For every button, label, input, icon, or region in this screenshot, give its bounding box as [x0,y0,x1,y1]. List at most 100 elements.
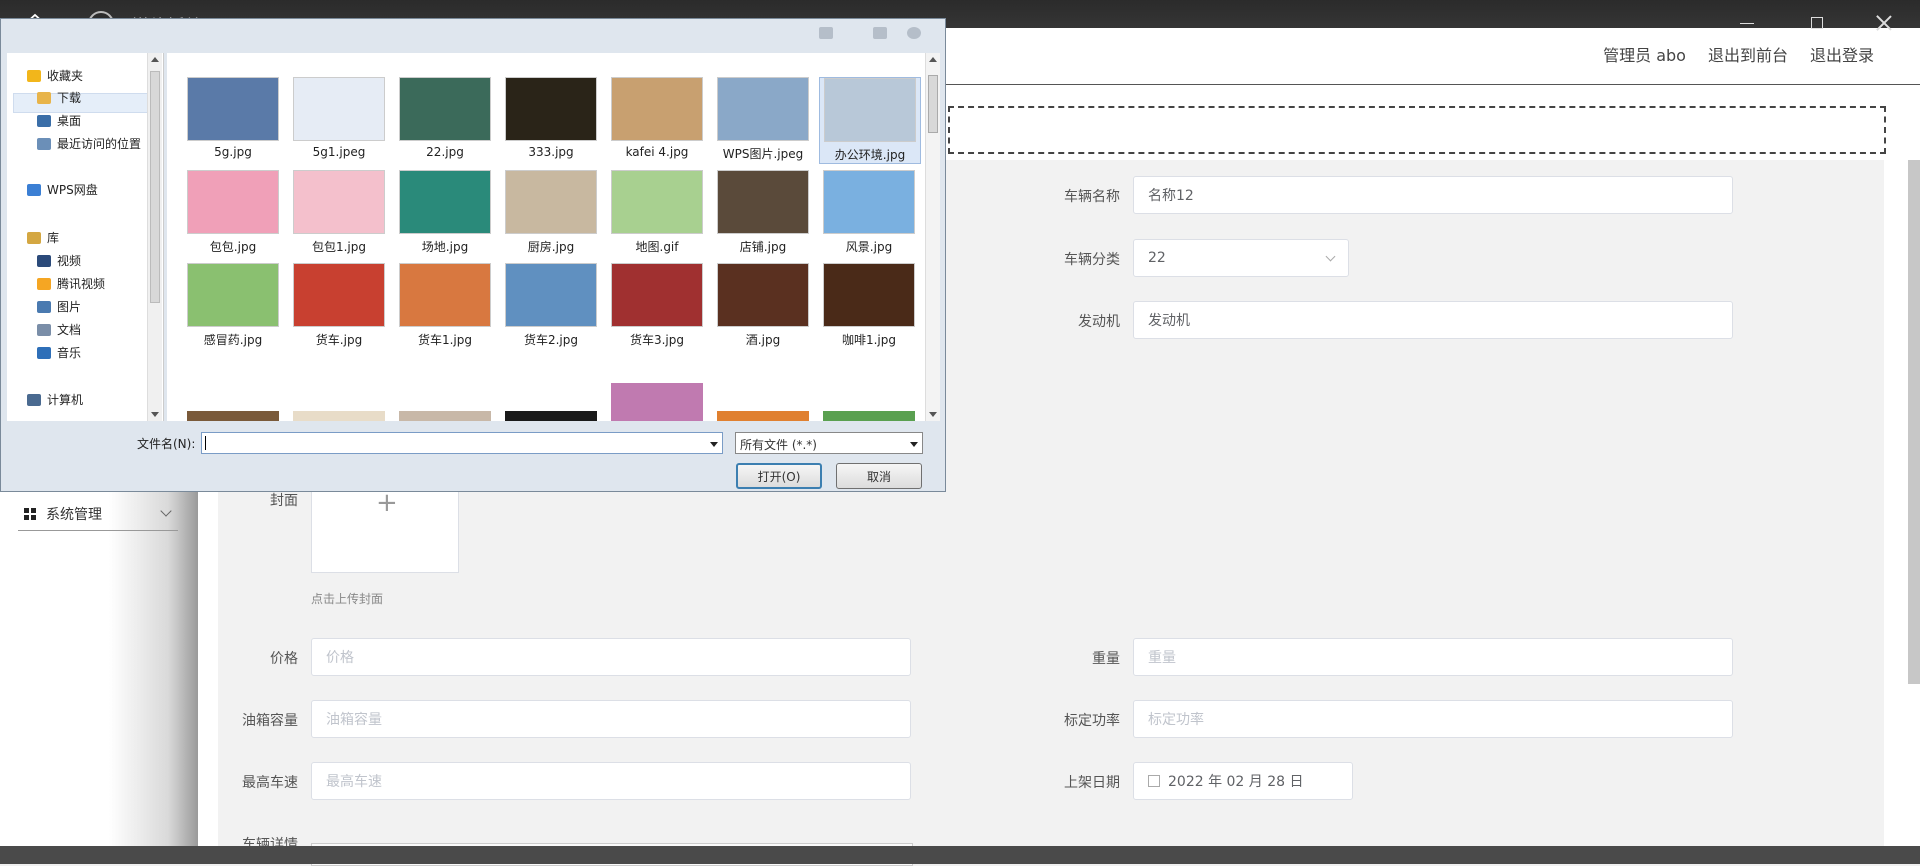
nav-item-label: 文档 [57,323,82,337]
filename-input[interactable] [201,432,723,454]
tank-capacity-label: 油箱容量 [242,713,298,729]
file-thumbnail-partial[interactable] [717,411,809,421]
file-item[interactable]: 店铺.jpg [713,170,813,255]
file-item[interactable]: 风景.jpg [819,170,919,255]
file-thumbnail-partial[interactable] [505,411,597,421]
minimize-button[interactable] [1738,14,1756,32]
listing-date-picker[interactable]: 2022 年 02 月 28 日 [1133,762,1353,800]
weight-input[interactable]: 重量 [1133,638,1733,676]
engine-label: 发动机 [1078,314,1120,330]
file-name: 333.jpg [528,145,574,159]
file-item[interactable]: 5g1.jpeg [289,77,389,159]
logout-link[interactable]: 退出登录 [1810,42,1874,66]
file-thumbnail-partial[interactable] [823,411,915,421]
file-item[interactable]: 厨房.jpg [501,170,601,255]
file-name: 场地.jpg [421,240,469,254]
file-thumbnail-partial[interactable] [187,411,279,421]
file-thumbnail-partial[interactable] [293,411,385,421]
file-thumbnail [611,263,703,327]
page-scrollbar[interactable] [1908,160,1920,684]
nav-item[interactable]: 计算机 [27,391,83,408]
file-item[interactable]: 包包1.jpg [289,170,389,255]
nav-item[interactable]: 库 [27,229,59,246]
cover-upload-box[interactable]: + [311,487,459,573]
file-item[interactable]: 货车.jpg [289,263,389,348]
restore-button[interactable] [1808,14,1826,32]
nav-item[interactable]: 收藏夹 [27,67,83,84]
vehicle-name-label: 车辆名称 [1064,189,1120,205]
view-menu-icon[interactable] [819,27,833,39]
nav-scrollbar[interactable] [147,53,162,421]
file-item[interactable]: 包包.jpg [183,170,283,255]
nav-item[interactable]: 音乐 [37,344,81,361]
listing-date-value: 2022 年 02 月 28 日 [1168,774,1304,790]
rated-power-input[interactable]: 标定功率 [1133,700,1733,738]
nav-item[interactable]: 视频 [37,252,81,269]
file-thumbnail [611,77,703,141]
nav-item[interactable]: WPS网盘 [27,181,98,198]
file-name: 货车3.jpg [629,333,685,347]
vehicle-category-select[interactable]: 22 [1133,239,1349,277]
scroll-up-arrow-icon[interactable] [929,57,937,62]
file-thumbnail [823,170,915,234]
price-input[interactable]: 价格 [311,638,911,676]
scroll-down-arrow-icon[interactable] [929,412,937,417]
open-button[interactable]: 打开(O) [736,463,822,489]
file-item[interactable]: 酒.jpg [713,263,813,348]
max-speed-input[interactable]: 最高车速 [311,762,911,800]
scroll-down-arrow-icon[interactable] [151,412,159,417]
sidebar-item-system-management[interactable]: 系统管理 [18,498,178,531]
recent-places-icon [37,137,51,150]
cancel-button[interactable]: 取消 [836,463,922,489]
admin-user-link[interactable]: 管理员 abo [1603,42,1686,66]
file-item[interactable]: 货车2.jpg [501,263,601,348]
nav-selection-highlight [13,93,155,113]
dropdown-arrow-icon[interactable] [910,442,918,447]
file-item[interactable]: 5g.jpg [183,77,283,159]
filetype-select[interactable]: 所有文件 (*.*) [735,432,923,454]
file-item[interactable]: 办公环境.jpg [819,77,921,164]
nav-item[interactable]: 下载 [37,89,81,106]
file-item[interactable]: 22.jpg [395,77,495,159]
close-button[interactable] [1875,14,1893,32]
vehicle-category-value: 22 [1148,250,1166,266]
file-item[interactable]: kafei 4.jpg [607,77,707,159]
nav-scroll-thumb[interactable] [150,71,160,303]
file-item[interactable]: WPS图片.jpeg [713,77,813,162]
nav-item[interactable]: 最近访问的位置 [37,135,141,152]
vehicle-name-input[interactable]: 名称12 [1133,176,1733,214]
file-item[interactable]: 货车3.jpg [607,263,707,348]
file-item[interactable]: 地图.gif [607,170,707,255]
file-item[interactable]: 咖啡1.jpg [819,263,919,348]
file-name: 厨房.jpg [527,240,575,254]
cover-upload-tip[interactable]: 点击上传封面 [311,590,383,607]
file-scroll-thumb[interactable] [928,75,938,133]
tank-capacity-input[interactable]: 油箱容量 [311,700,911,738]
plus-icon: + [376,488,398,518]
engine-input[interactable]: 发动机 [1133,301,1733,339]
file-item[interactable]: 感冒药.jpg [183,263,283,348]
dropdown-arrow-icon[interactable] [710,442,718,447]
desktop-icon [37,114,51,127]
nav-item[interactable]: 桌面 [37,112,81,129]
file-thumbnail-partial[interactable] [399,411,491,421]
file-scrollbar[interactable] [925,53,940,421]
scroll-up-arrow-icon[interactable] [151,57,159,62]
video-icon [37,254,51,267]
grid-icon [24,508,36,520]
file-thumbnail-partial[interactable] [611,383,703,421]
file-item[interactable]: 场地.jpg [395,170,495,255]
file-item[interactable]: 货车1.jpg [395,263,495,348]
file-item[interactable]: 333.jpg [501,77,601,159]
file-thumbnail [505,77,597,141]
max-speed-label: 最高车速 [242,775,298,791]
nav-item[interactable]: 文档 [37,321,81,338]
file-name: 感冒药.jpg [203,333,263,347]
preview-pane-icon[interactable] [873,27,887,39]
back-to-frontend-link[interactable]: 退出到前台 [1708,42,1788,66]
help-icon[interactable] [907,27,921,39]
nav-item[interactable]: 图片 [37,298,81,315]
nav-item[interactable]: 腾讯视频 [37,275,105,292]
file-thumbnail [187,77,279,141]
tencent-video-icon [37,277,51,290]
